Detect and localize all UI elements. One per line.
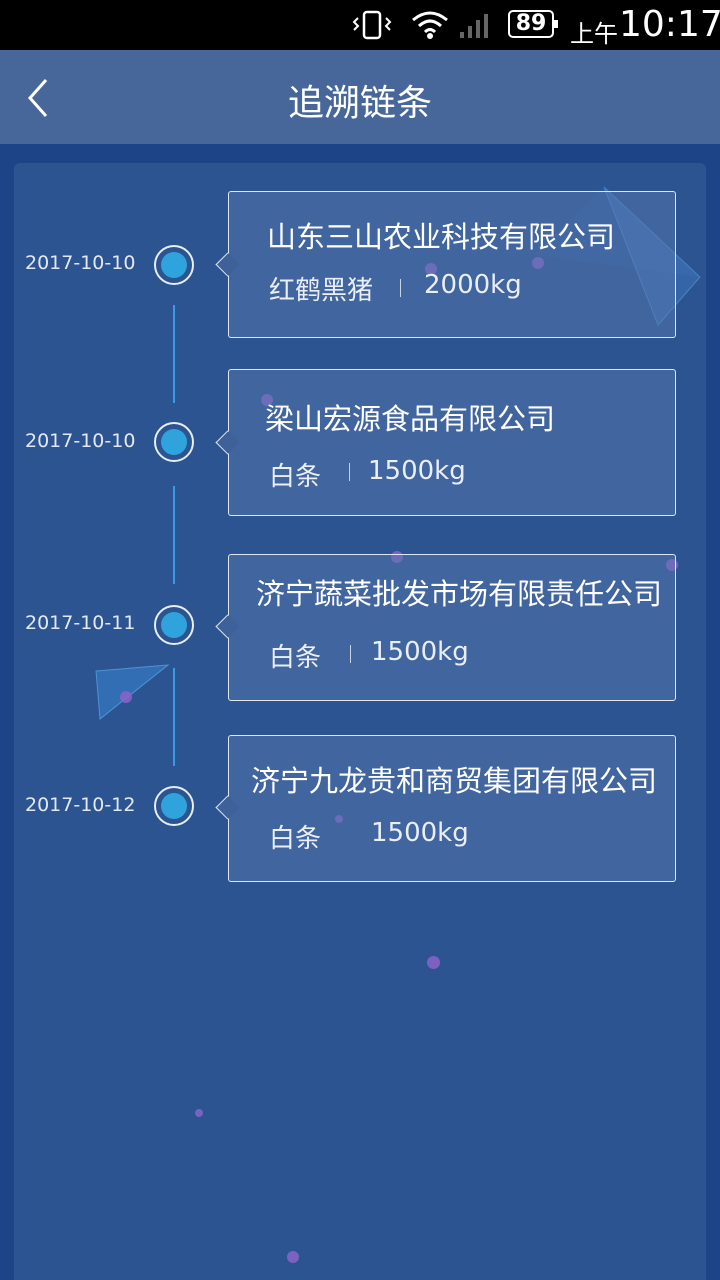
trace-card[interactable]: 梁山宏源食品有限公司 白条 1500kg	[215, 369, 676, 516]
product-name: 白条	[269, 462, 322, 492]
page-title: 追溯链条	[287, 83, 432, 124]
entry-date: 2017-10-12	[25, 794, 136, 816]
product-quantity: 1500kg	[371, 637, 469, 667]
timeline-node-icon	[154, 786, 194, 826]
clock-ampm: 上午	[570, 20, 618, 48]
divider	[400, 279, 401, 297]
trace-card[interactable]: 济宁九龙贵和商贸集团有限公司 白条 1500kg	[215, 735, 676, 882]
card-pointer	[215, 795, 240, 820]
status-bar: 89 上午 10:17	[0, 0, 720, 50]
divider	[349, 463, 350, 481]
divider	[350, 645, 351, 663]
timeline-panel: 2017-10-10 山东三山农业科技有限公司 红鹤黑猪 2000kg 2017…	[14, 163, 706, 1280]
vibrate-icon	[352, 10, 392, 40]
decorative-dot	[120, 691, 132, 703]
decorative-dot	[195, 1109, 203, 1117]
product-name: 白条	[269, 643, 322, 673]
entry-date: 2017-10-10	[25, 252, 136, 274]
timeline-node-icon	[154, 422, 194, 462]
timeline-connector	[173, 486, 175, 584]
battery-icon: 89	[508, 10, 558, 38]
product-name: 红鹤黑猪	[269, 276, 374, 306]
card-pointer	[215, 430, 240, 455]
timeline-connector	[173, 668, 175, 766]
decorative-dot	[287, 1251, 299, 1263]
product-quantity: 2000kg	[424, 270, 522, 300]
product-quantity: 1500kg	[371, 818, 469, 848]
timeline-node-icon	[154, 245, 194, 285]
entry-date: 2017-10-11	[25, 612, 136, 634]
timeline-node-icon	[154, 605, 194, 645]
signal-icon	[460, 14, 488, 38]
app-header: 追溯链条	[0, 50, 720, 144]
company-name: 济宁蔬菜批发市场有限责任公司	[256, 577, 663, 611]
company-name: 济宁九龙贵和商贸集团有限公司	[251, 764, 658, 798]
trace-card[interactable]: 山东三山农业科技有限公司 红鹤黑猪 2000kg	[215, 191, 676, 338]
company-name: 梁山宏源食品有限公司	[265, 402, 556, 436]
product-quantity: 1500kg	[368, 456, 466, 486]
company-name: 山东三山农业科技有限公司	[267, 220, 616, 254]
card-pointer	[215, 252, 240, 277]
card-pointer	[215, 614, 240, 639]
timeline-connector	[173, 305, 175, 403]
clock-time: 10:17	[619, 4, 720, 45]
product-name: 白条	[269, 824, 322, 854]
wifi-icon	[412, 11, 448, 39]
entry-date: 2017-10-10	[25, 430, 136, 452]
decorative-triangle-icon	[95, 664, 170, 720]
decorative-dot	[427, 956, 440, 969]
trace-card[interactable]: 济宁蔬菜批发市场有限责任公司 白条 1500kg	[215, 554, 676, 701]
